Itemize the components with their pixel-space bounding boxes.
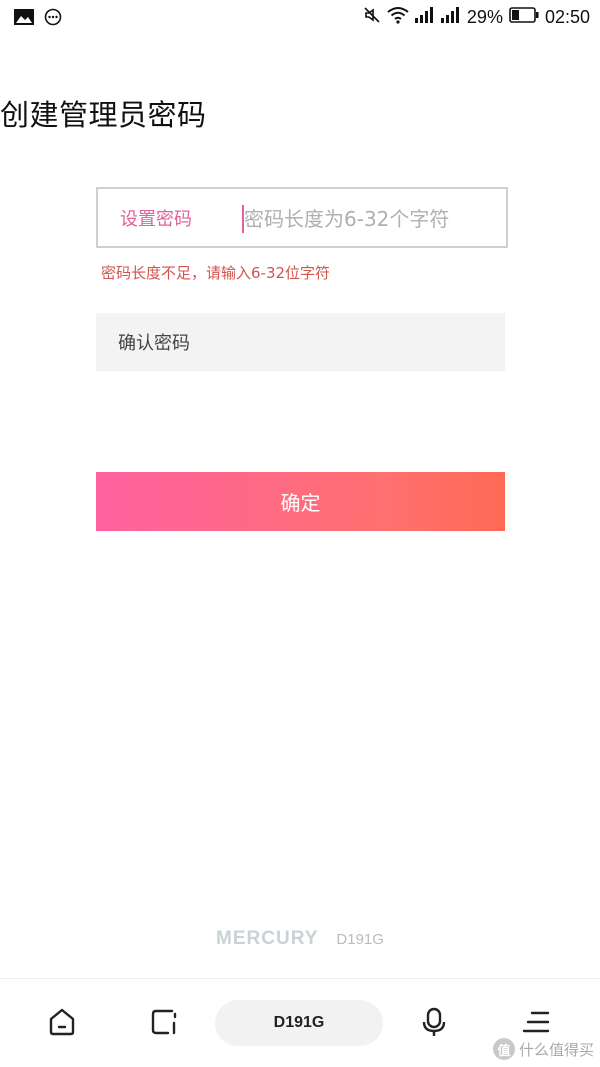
footer-brand: MERCURY D191G xyxy=(0,928,600,950)
address-pill[interactable]: D191G xyxy=(215,1000,383,1046)
password-input[interactable] xyxy=(244,199,474,239)
confirm-password-label: 确认密码 xyxy=(118,333,190,354)
clock: 02:50 xyxy=(544,7,590,27)
battery-percent: 29% xyxy=(466,7,503,27)
confirm-button[interactable]: 确定 xyxy=(96,472,505,531)
watermark-badge: 值 xyxy=(492,1038,515,1060)
mercury-logo: MERCURY xyxy=(216,928,319,949)
image-icon xyxy=(14,9,34,29)
tabs-window-icon[interactable] xyxy=(147,1005,181,1039)
signal-icon xyxy=(414,7,435,28)
menu-icon[interactable] xyxy=(519,1005,553,1039)
more-icon xyxy=(44,8,62,30)
password-field[interactable]: 设置密码 xyxy=(96,187,508,248)
wifi-icon xyxy=(387,6,409,29)
signal-icon xyxy=(440,7,461,28)
device-model: D191G xyxy=(336,930,384,948)
confirm-password-field[interactable]: 确认密码 xyxy=(96,313,505,371)
mute-icon xyxy=(363,6,381,29)
error-message: 密码长度不足，请输入6-32位字符 xyxy=(101,264,331,282)
confirm-password-input[interactable] xyxy=(226,323,486,361)
page-title: 创建管理员密码 xyxy=(0,98,207,132)
mic-icon[interactable] xyxy=(417,1005,451,1039)
watermark: 值 什么值得买 xyxy=(492,1038,594,1060)
password-label: 设置密码 xyxy=(120,209,192,230)
home-icon[interactable] xyxy=(45,1005,79,1039)
status-bar: 29% 02:50 xyxy=(0,0,600,36)
watermark-text: 什么值得买 xyxy=(518,1040,594,1059)
battery-icon xyxy=(509,7,539,28)
